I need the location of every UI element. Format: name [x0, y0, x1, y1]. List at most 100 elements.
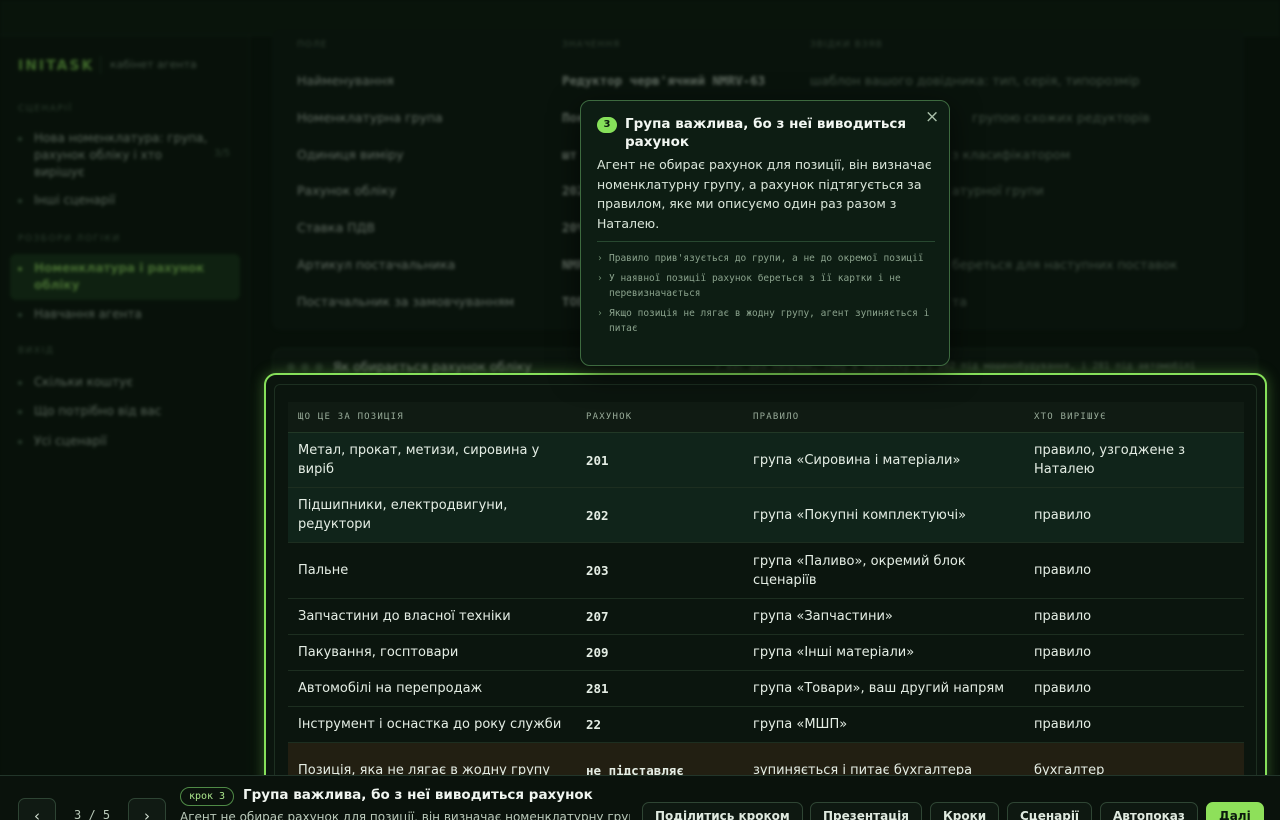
chevron-right-icon: › — [597, 253, 603, 264]
table-row: Автомобілі на перепродаж 281 група «Това… — [288, 671, 1244, 707]
prev-step-button[interactable]: ‹ — [18, 798, 56, 820]
autoplay-button[interactable]: Автопоказ — [1100, 802, 1198, 820]
chevron-right-icon: › — [597, 273, 603, 284]
sidebar-item-new-nomenclature[interactable]: Нова номенклатура: група, рахунок обліку… — [18, 130, 208, 181]
cell-item: Інструмент і оснастка до року служби — [298, 717, 562, 732]
step-badge: крок 3 — [180, 787, 234, 806]
account-rules-card: ЩО ЦЕ ЗА ПОЗИЦІЯ РАХУНОК ПРАВИЛО ХТО ВИР… — [264, 373, 1267, 793]
sidebar-item-nomenclature-account[interactable]: Номенклатура і рахунок обліку — [18, 260, 228, 294]
table-row: Підшипники, електродвигуни, редуктори 20… — [288, 488, 1244, 543]
list-item-text: Правило прив'язується до групи, а не до … — [609, 253, 924, 264]
field-name: Одиниця виміру — [297, 147, 404, 162]
sidebar-item-label: Нова номенклатура: група, рахунок обліку… — [34, 131, 208, 179]
sidebar-item-label: Скільки коштує — [34, 375, 133, 389]
step-description: Агент не обирає рахунок для позиції, він… — [180, 810, 630, 820]
table-row: Інструмент і оснастка до року служби 22 … — [288, 707, 1244, 743]
close-icon[interactable]: × — [925, 107, 939, 127]
window-dot-icon — [315, 363, 323, 371]
sidebar-item-cost[interactable]: Скільки коштує — [18, 374, 228, 391]
column-header: ПОЛЕ — [297, 40, 328, 50]
field-value: шт — [562, 147, 578, 162]
field-name: Артикул постачальника — [297, 257, 456, 272]
cell-rule: група «Паливо», окремий блок сценаріїв — [753, 553, 966, 588]
list-item: › У наявної позиції рахунок береться з ї… — [597, 271, 937, 301]
popover-body: Агент не обирає рахунок для позиції, він… — [597, 157, 932, 231]
cell-item: Метал, прокат, метизи, сировина у виріб — [298, 443, 540, 477]
presentation-button[interactable]: Презентація — [810, 802, 922, 820]
field-name: Ставка ПДВ — [297, 220, 375, 235]
step-popover: 3 Група важлива, бо з неї виводиться рах… — [580, 100, 950, 366]
sidebar-section-title: СЦЕНАРІЇ — [18, 104, 73, 114]
steps-button[interactable]: Кроки — [930, 802, 1000, 820]
cell-rule: група «Запчастини» — [753, 609, 893, 624]
cell-account: 281 — [586, 681, 609, 696]
cell-account: 207 — [586, 609, 609, 624]
sidebar-item-label: Що потрібно від вас — [34, 404, 162, 418]
column-header: ЗВІДКИ ВЗЯВ — [810, 40, 883, 50]
field-source: та — [952, 294, 967, 309]
column-header-item: ЩО ЦЕ ЗА ПОЗИЦІЯ — [298, 412, 404, 422]
sidebar-item-label: Інші сценарії — [34, 193, 116, 207]
cell-rule: група «Інші матеріали» — [753, 645, 915, 660]
field-source: з класифікатором — [952, 147, 1071, 162]
field-name: Номенклатурна група — [297, 110, 443, 125]
cell-account: 22 — [586, 717, 602, 732]
window-dot-icon — [287, 363, 295, 371]
list-item-text: Якщо позиція не лягає в жодну групу, аге… — [609, 308, 930, 334]
cell-who: правило — [1034, 507, 1092, 523]
cell-item: Підшипники, електродвигуни, редуктори — [298, 498, 508, 532]
cell-who: правило — [1034, 717, 1092, 732]
app-subtitle: кабінет агента — [110, 58, 197, 71]
popover-bullet-list: › Правило прив'язується до групи, а не д… — [597, 251, 937, 341]
table-header: ЩО ЦЕ ЗА ПОЗИЦІЯ РАХУНОК ПРАВИЛО ХТО ВИР… — [288, 402, 1244, 433]
field-name: Рахунок обліку — [297, 183, 397, 198]
cell-who: правило — [1034, 645, 1092, 660]
bullet-icon — [18, 267, 22, 271]
sidebar-item-requirements[interactable]: Що потрібно від вас — [18, 403, 228, 420]
table-row: Пальне 203 група «Паливо», окремий блок … — [288, 543, 1244, 599]
field-name: Постачальник за замовчуванням — [297, 294, 515, 309]
cell-who: правило — [1034, 609, 1092, 624]
account-rules-table: ЩО ЦЕ ЗА ПОЗИЦІЯ РАХУНОК ПРАВИЛО ХТО ВИР… — [288, 402, 1244, 791]
next-step-arrow-button[interactable]: › — [128, 798, 166, 820]
bullet-icon — [18, 313, 22, 317]
cell-rule: група «Покупні комплектуючі» — [753, 507, 967, 523]
window-dot-icon — [301, 363, 309, 371]
cell-item: Автомобілі на перепродаж — [298, 681, 483, 696]
table-row: Пакування, госптовари 209 група «Інші ма… — [288, 635, 1244, 671]
logo-divider — [100, 56, 101, 74]
cell-account: 209 — [586, 645, 609, 660]
field-source: шаблон вашого довідника: тип, серія, тип… — [810, 73, 1140, 88]
cell-item: Запчастини до власної техніки — [298, 609, 511, 624]
sidebar-item-agent-training[interactable]: Навчання агента — [18, 306, 228, 323]
sidebar-item-count: 3/5 — [214, 148, 231, 159]
cell-rule: група «Сировина і матеріали» — [753, 452, 961, 468]
app-logo[interactable]: INITASK — [18, 58, 94, 74]
cell-item: Пакування, госптовари — [298, 645, 459, 660]
field-source: групою схожих редукторів — [972, 110, 1150, 125]
tour-bottom-bar: ‹ 3 / 5 › крок 3 Група важлива, бо з неї… — [0, 775, 1280, 820]
column-header-account: РАХУНОК — [586, 412, 633, 422]
bullet-icon — [18, 199, 22, 203]
cell-rule: група «Товари», ваш другий напрям — [753, 681, 1005, 696]
card-title: Як обирається рахунок обліку — [333, 359, 532, 374]
chevron-right-icon: › — [597, 308, 603, 319]
bullet-icon — [18, 381, 22, 385]
sidebar-item-all-scenarios[interactable]: Усі сценарії — [18, 433, 228, 450]
sidebar-item-other-scenarios[interactable]: Інші сценарії — [18, 192, 228, 209]
cell-who: правило — [1034, 681, 1092, 696]
cell-account: 202 — [586, 507, 609, 523]
share-step-button[interactable]: Поділитись кроком — [642, 802, 803, 820]
list-item: › Правило прив'язується до групи, а не д… — [597, 251, 937, 266]
bullet-icon — [18, 440, 22, 444]
step-title: Група важлива, бо з неї виводиться рахун… — [243, 787, 593, 803]
column-header: ЗНАЧЕННЯ — [562, 40, 621, 50]
popover-title: Група важлива, бо з неї виводиться рахун… — [625, 116, 907, 150]
next-button[interactable]: Далі — [1206, 802, 1264, 820]
scenarios-button[interactable]: Сценарії — [1007, 802, 1093, 820]
cell-account: 201 — [586, 452, 609, 468]
cell-who: правило — [1034, 563, 1092, 578]
column-header-rule: ПРАВИЛО — [753, 412, 800, 422]
step-pager: 3 / 5 — [74, 808, 111, 820]
column-header-who: ХТО ВИРІШУЄ — [1034, 412, 1107, 422]
